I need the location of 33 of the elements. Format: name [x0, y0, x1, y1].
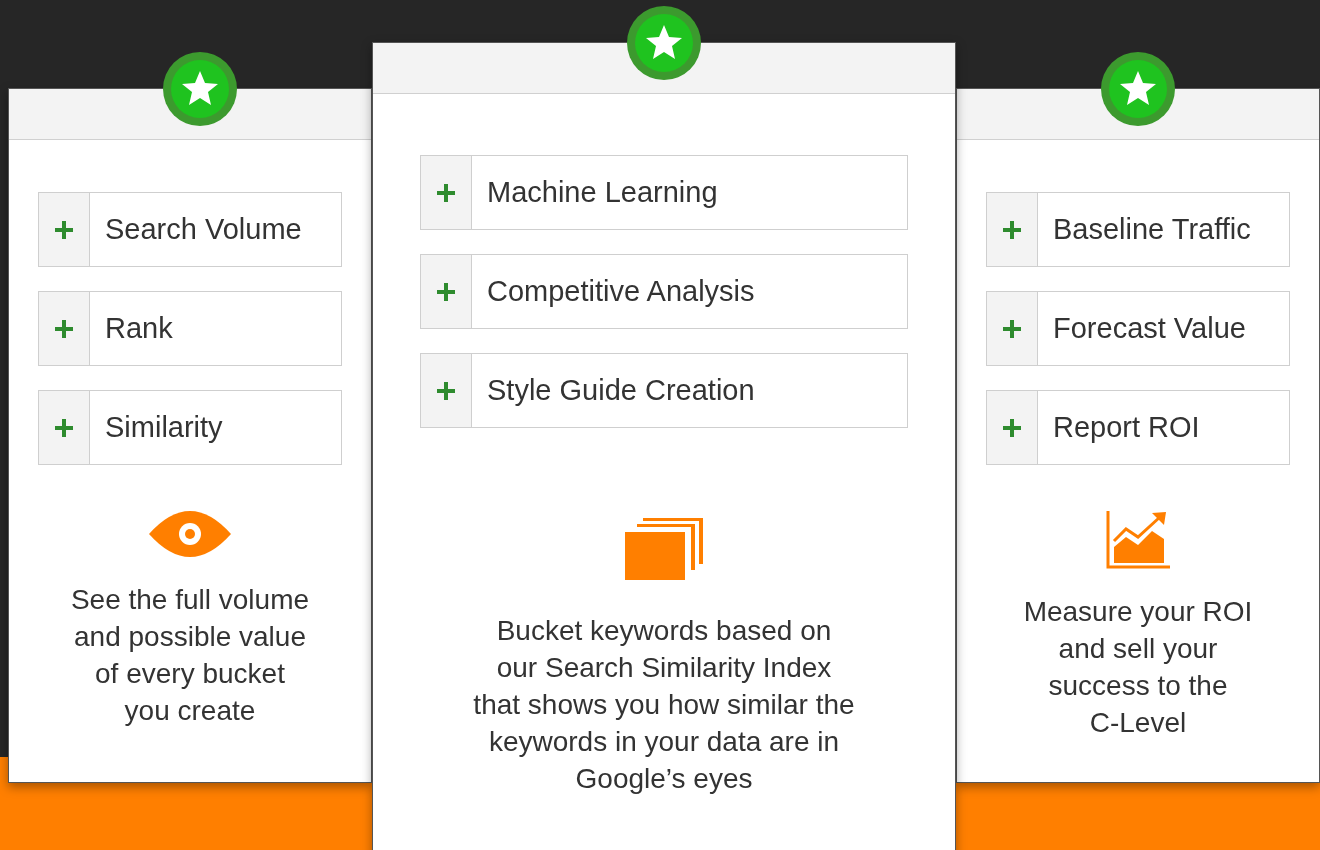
plus-icon: [39, 292, 90, 365]
feature-item[interactable]: Search Volume: [38, 192, 342, 267]
plus-icon: [987, 391, 1038, 464]
feature-item[interactable]: Forecast Value: [986, 291, 1290, 366]
feature-label: Rank: [105, 312, 173, 345]
description-text: Measure your ROI and sell your success to the C-Level: [1023, 595, 1253, 740]
feature-item[interactable]: Competitive Analysis: [420, 254, 908, 329]
feature-label: Competitive Analysis: [487, 275, 755, 308]
stacked-pages-icon: [625, 518, 703, 580]
plus-icon: [987, 193, 1038, 266]
plus-icon: [421, 354, 472, 427]
feature-label: Style Guide Creation: [487, 374, 755, 407]
feature-item[interactable]: Baseline Traffic: [986, 192, 1290, 267]
plus-icon: [987, 292, 1038, 365]
feature-item[interactable]: Style Guide Creation: [420, 353, 908, 428]
description-text: Bucket keywords based on our Search Similarity Index that shows you how similar the keywords in your data are in Google’s eyes: [473, 614, 855, 796]
feature-item[interactable]: Machine Learning: [420, 155, 908, 230]
plus-icon: [421, 255, 472, 328]
eye-icon: [149, 511, 231, 557]
feature-item[interactable]: Rank: [38, 291, 342, 366]
feature-label: Machine Learning: [487, 176, 718, 209]
feature-label: Similarity: [105, 411, 223, 444]
plus-icon: [39, 391, 90, 464]
feature-item[interactable]: Similarity: [38, 390, 342, 465]
feature-label: Forecast Value: [1053, 312, 1246, 345]
chart-icon: [1106, 511, 1170, 569]
feature-item[interactable]: Report ROI: [986, 390, 1290, 465]
feature-label: Search Volume: [105, 213, 302, 246]
feature-label: Report ROI: [1053, 411, 1200, 444]
plus-icon: [39, 193, 90, 266]
plus-icon: [421, 156, 472, 229]
feature-label: Baseline Traffic: [1053, 213, 1251, 246]
description-text: See the full volume and possible value of every bucket you create: [70, 583, 310, 728]
